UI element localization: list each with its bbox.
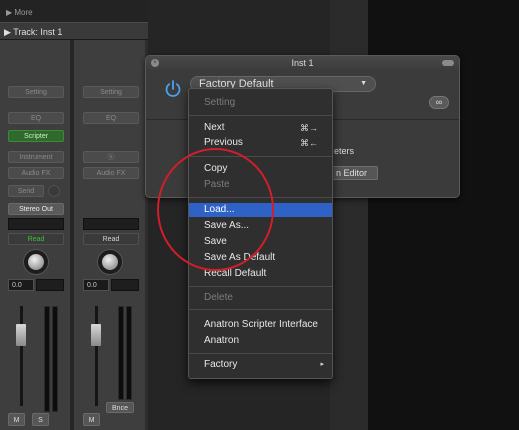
eq-slot[interactable]: EQ (83, 112, 139, 124)
scripter-slot[interactable]: Scripter (8, 130, 64, 142)
menu-item-load[interactable]: Load... (189, 203, 332, 217)
automation-mode[interactable]: Read (83, 233, 139, 245)
setting-button[interactable]: Setting (8, 86, 64, 98)
open-editor-button[interactable]: n Editor (326, 166, 378, 180)
menu-separator (189, 156, 332, 157)
volume-fader-track[interactable] (95, 306, 98, 406)
track-disclosure[interactable]: ▶ Track: Inst 1 (0, 22, 148, 40)
submenu-arrow-icon: ▸ (320, 361, 324, 368)
menu-item-save-as-default[interactable]: Save As Default (189, 251, 332, 265)
menu-item-label: Factory (204, 359, 238, 370)
more-disclosure[interactable]: ▶ More (0, 0, 148, 22)
instrument-slot[interactable]: Instrument (8, 151, 64, 163)
pan-knob[interactable] (23, 249, 49, 275)
menu-separator (189, 197, 332, 198)
menu-item-label: Previous (204, 137, 243, 148)
menu-separator (189, 115, 332, 116)
audio-fx-slot[interactable]: Audio FX (8, 167, 64, 179)
pan-knob[interactable] (97, 249, 123, 275)
bounce-button[interactable]: Bnce (106, 402, 134, 413)
volume-value[interactable]: 0.0 (83, 279, 109, 291)
parameters-label: eters (334, 146, 355, 156)
menu-separator (189, 286, 332, 287)
plugin-title: Inst 1 (146, 56, 459, 70)
level-meter (118, 306, 124, 400)
volume-fader[interactable] (16, 324, 26, 346)
menu-item-factory[interactable]: Factory ▸ (189, 358, 332, 372)
mute-button[interactable]: M (83, 413, 100, 426)
peak-display (36, 279, 64, 291)
menu-item-paste: Paste (204, 179, 230, 190)
menu-item-delete: Delete (204, 292, 233, 303)
chevron-down-icon: ▼ (360, 80, 367, 87)
menu-separator (189, 353, 332, 354)
volume-value[interactable]: 0.0 (8, 279, 34, 291)
menu-item-anatron[interactable]: Anatron (189, 334, 332, 348)
volume-fader-track[interactable] (20, 306, 23, 406)
menu-item-copy[interactable]: Copy (189, 162, 332, 176)
eq-slot[interactable]: EQ (8, 112, 64, 124)
menu-item-next[interactable]: Next ⌘→ (189, 121, 332, 135)
level-meter-right (52, 306, 58, 412)
solo-button[interactable]: S (32, 413, 49, 426)
menu-item-save-as[interactable]: Save As... (189, 219, 332, 233)
automation-mode[interactable]: Read (8, 233, 64, 245)
level-meter-right (126, 306, 132, 400)
send-slot[interactable]: Send (8, 185, 44, 197)
group-slot[interactable] (8, 218, 64, 230)
send-knob[interactable] (48, 185, 60, 197)
minimize-icon[interactable] (442, 60, 454, 66)
audio-fx-slot[interactable]: Audio FX (83, 167, 139, 179)
mixer-panel: ▶ More ▶ Track: Inst 1 Setting EQ Script… (0, 0, 148, 430)
output-slot[interactable]: Stereo Out (8, 203, 64, 215)
menu-shortcut: ⌘→ (300, 123, 318, 133)
menu-item-previous[interactable]: Previous ⌘← (189, 136, 332, 150)
menu-separator (189, 309, 332, 310)
setting-button[interactable]: Setting (83, 86, 139, 98)
group-slot[interactable] (83, 218, 139, 230)
preset-menu: Setting Next ⌘→ Previous ⌘← Copy Paste L… (188, 88, 333, 379)
menu-item-save[interactable]: Save (189, 235, 332, 249)
menu-item-setting: Setting (204, 97, 236, 108)
link-slot[interactable]: ⓞ (83, 151, 139, 163)
menu-item-label: Next (204, 122, 225, 133)
link-icon[interactable]: ∞ (429, 96, 449, 109)
level-meter (44, 306, 50, 412)
volume-fader[interactable] (91, 324, 101, 346)
channel-strip-inst1: Setting EQ Scripter Instrument Audio FX … (0, 40, 71, 430)
menu-item-recall-default[interactable]: Recall Default (189, 267, 332, 281)
menu-shortcut: ⌘← (300, 138, 318, 148)
power-icon[interactable] (163, 79, 183, 99)
peak-display (111, 279, 139, 291)
menu-item-anatron-interface[interactable]: Anatron Scripter Interface (189, 318, 332, 332)
close-icon[interactable]: × (151, 59, 159, 67)
mute-button[interactable]: M (8, 413, 25, 426)
channel-strip-output: Setting EQ ⓞ Audio FX Read 0.0 Bnce M (74, 40, 145, 430)
